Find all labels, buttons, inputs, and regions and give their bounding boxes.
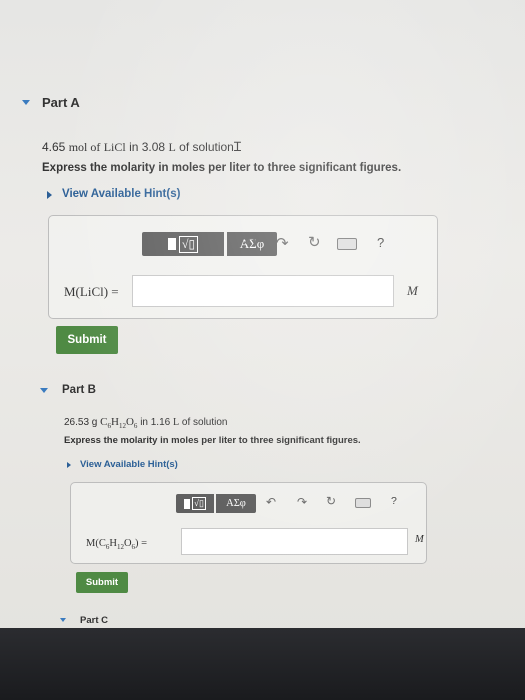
part-b-reset-icon[interactable]: ↻: [326, 494, 336, 508]
part-a-answer-input[interactable]: [132, 275, 394, 307]
part-b-instruction: Express the molarity in moles per liter …: [64, 435, 361, 446]
part-a-answer-label: M(LiCl) =: [64, 284, 119, 299]
part-b-answer-label: M(C6H12O6) =: [86, 538, 148, 552]
part-b-problem: 26.53 g C6H12O6 in 1.16 L of solution: [64, 416, 228, 431]
part-a-title: Part A: [42, 95, 80, 110]
screen: Part A 4.65 mol of LiCl in 3.08 L of sol…: [0, 0, 525, 640]
part-a-submit-button[interactable]: Submit: [56, 326, 118, 354]
part-b-collapse-icon[interactable]: [40, 388, 48, 393]
part-b-help-icon[interactable]: ?: [391, 495, 397, 507]
part-a-toolbar: √▯ ΑΣφ: [142, 232, 277, 256]
part-a-redo-icon[interactable]: ↷: [276, 234, 289, 252]
part-a-problem: 4.65 mol of LiCl in 3.08 L of solutionꞮ: [42, 139, 242, 154]
part-c-title: Part C: [80, 615, 108, 626]
template-icon: [184, 498, 191, 509]
part-b-compound: C6H12O6: [100, 416, 138, 431]
text-cursor-icon: Ɪ: [233, 139, 242, 154]
template-icon: [167, 238, 176, 250]
monitor-bezel: [0, 628, 525, 700]
part-c-collapse-icon[interactable]: [60, 618, 66, 622]
part-b-template-button[interactable]: √▯: [176, 494, 214, 513]
part-a-keyboard-icon[interactable]: [337, 238, 357, 250]
part-a-hint-arrow-icon[interactable]: [47, 191, 52, 199]
part-b-submit-button[interactable]: Submit: [76, 572, 128, 593]
part-a-template-button[interactable]: √▯: [142, 232, 224, 256]
part-b-unit: M: [415, 534, 424, 545]
part-b-greek-button[interactable]: ΑΣφ: [216, 494, 256, 513]
part-b-hint-link[interactable]: View Available Hint(s): [80, 459, 178, 470]
part-b-undo-icon[interactable]: ↶: [266, 495, 276, 509]
part-b-answer-input[interactable]: [181, 528, 408, 555]
sqrt-icon: √▯: [178, 235, 199, 253]
part-a-unit: M: [407, 283, 418, 298]
part-a-reset-icon[interactable]: ↻: [308, 233, 321, 251]
part-a-undo-icon[interactable]: ↶: [244, 234, 257, 252]
part-a-instruction: Express the molarity in moles per liter …: [42, 162, 402, 174]
part-b-redo-icon[interactable]: ↷: [297, 495, 307, 509]
part-b-keyboard-icon[interactable]: [355, 498, 371, 508]
part-a-collapse-icon[interactable]: [22, 100, 30, 105]
part-b-toolbar: √▯ ΑΣφ: [176, 494, 256, 513]
part-a-help-icon[interactable]: ?: [377, 235, 384, 250]
part-b-title: Part B: [62, 384, 96, 396]
sqrt-icon: √▯: [192, 497, 206, 510]
part-b-hint-arrow-icon[interactable]: [67, 462, 71, 468]
part-a-hint-link[interactable]: View Available Hint(s): [62, 188, 180, 200]
